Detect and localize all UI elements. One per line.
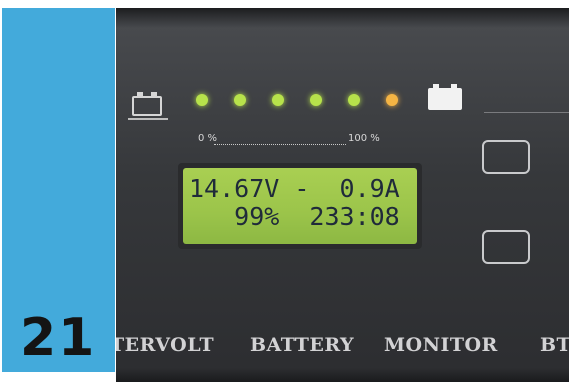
brand-word-monitor: MONITOR xyxy=(384,334,498,356)
panel-bottom-edge xyxy=(116,368,569,382)
charge-led xyxy=(196,94,208,106)
charge-led xyxy=(386,94,398,106)
charge-led xyxy=(310,94,322,106)
chapter-tab: 21 xyxy=(2,8,115,372)
charge-led xyxy=(272,94,284,106)
battery-monitor-panel: 0 % 100 % 14.67V - 0.9A 99% 233:08 TERVO… xyxy=(116,8,569,382)
charge-led xyxy=(348,94,360,106)
panel-shadow xyxy=(116,8,569,28)
brand-word-maker: TERVOLT xyxy=(116,334,215,356)
brand-word-battery: BATTERY xyxy=(250,334,355,356)
lcd-display: 14.67V - 0.9A 99% 233:08 xyxy=(178,163,422,249)
brand-word-model: BT xyxy=(540,334,569,356)
charge-led-row xyxy=(196,94,398,110)
battery-full-icon xyxy=(428,84,462,110)
battery-terminal-right xyxy=(451,84,457,89)
battery-terminal-right xyxy=(151,92,157,97)
page-frame: 21 0 % 100 % 14.67V - 0.9A 99% 233:08 TE… xyxy=(0,0,569,382)
battery-empty-icon xyxy=(132,92,162,116)
monitor-button-lower[interactable] xyxy=(482,230,530,264)
battery-terminal-left xyxy=(137,92,143,97)
scale-dotted-line xyxy=(214,144,346,145)
lcd-screen: 14.67V - 0.9A 99% 233:08 xyxy=(183,168,417,244)
monitor-button-upper[interactable] xyxy=(482,140,530,174)
lcd-line-voltage-current: 14.67V - 0.9A xyxy=(189,174,400,203)
charge-led xyxy=(234,94,246,106)
scale-min-label: 0 % xyxy=(198,133,218,144)
battery-terminal-left xyxy=(433,84,439,89)
battery-base-line xyxy=(128,118,168,120)
lcd-line-charge-time: 99% 233:08 xyxy=(189,202,400,231)
page-number: 21 xyxy=(20,308,97,368)
panel-divider-line xyxy=(484,112,569,113)
scale-max-label: 100 % xyxy=(348,133,380,144)
brand-text-bar: TERVOLT BATTERY MONITOR BT xyxy=(116,330,569,360)
